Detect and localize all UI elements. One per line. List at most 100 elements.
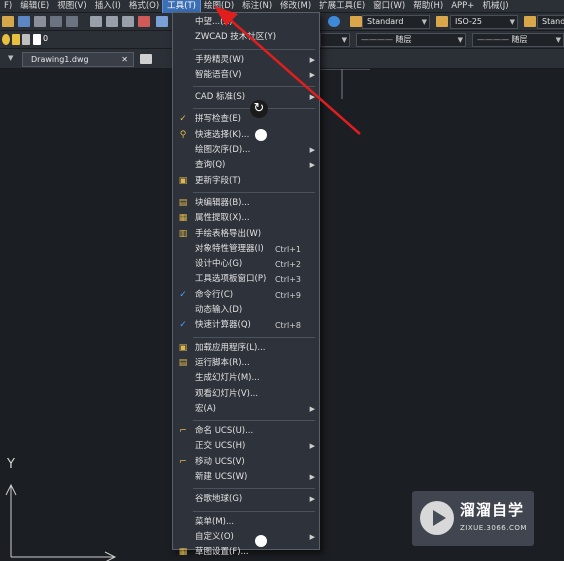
menu-item-label: 宏(A) xyxy=(195,403,216,414)
tools-menu-item[interactable]: ✓ 命令行(C) Ctrl+9 xyxy=(173,288,319,303)
lineweight-select[interactable]: ———— 随层 ▼ xyxy=(472,33,564,47)
tools-menu-item[interactable]: 自定义(O) ▶ xyxy=(173,530,319,545)
menu-item-label: 智能语音(V) xyxy=(195,69,242,80)
menu-item-label: 对象特性管理器(I) xyxy=(195,243,264,254)
tools-menu-item[interactable]: ▦ 草图设置(F)... xyxy=(173,545,319,560)
menu-1[interactable]: 编辑(E) xyxy=(16,0,53,13)
new-tab-icon[interactable] xyxy=(140,54,152,64)
menu-item-shortcut: Ctrl+1 xyxy=(274,244,301,254)
checkmark-icon: ✓ xyxy=(179,289,187,300)
move-ucs-icon: ⌐ xyxy=(179,456,187,467)
tools-menu-item[interactable]: ⌐ 命名 UCS(U)... xyxy=(173,424,319,439)
menu-0[interactable]: F) xyxy=(0,0,16,13)
tools-menu-item[interactable]: 正交 UCS(H) ▶ xyxy=(173,439,319,454)
watermark-url: ZIXUE.3066.COM xyxy=(460,524,527,532)
submenu-arrow-icon: ▶ xyxy=(309,442,315,451)
menu-item-shortcut: Ctrl+8 xyxy=(274,321,301,331)
menu-item-label: 命名 UCS(U)... xyxy=(195,426,254,437)
menu-item-label: CAD 标准(S) xyxy=(195,92,246,103)
layer-color-icon[interactable] xyxy=(33,34,41,45)
tools-menu-item[interactable]: 对象特性管理器(I) Ctrl+1 xyxy=(173,242,319,257)
paste-icon[interactable] xyxy=(122,16,134,27)
menu-2[interactable]: 视图(V) xyxy=(53,0,90,13)
layer-name[interactable]: 0 xyxy=(43,34,48,43)
submenu-arrow-icon: ▶ xyxy=(309,532,315,541)
menu-13[interactable]: 机械(J) xyxy=(478,0,512,13)
tools-menu-item[interactable]: ▣ 更新字段(T) xyxy=(173,174,319,189)
tab-menu-icon[interactable]: ▼ xyxy=(8,54,13,62)
menu-6[interactable]: 绘图(D) xyxy=(200,0,238,13)
menu-separator xyxy=(193,510,315,512)
menu-9[interactable]: 扩展工具(E) xyxy=(315,0,369,13)
tools-menu-item[interactable]: 生成幻灯片(M)... xyxy=(173,371,319,386)
menu-item-label: 命令行(C) xyxy=(195,289,234,300)
menu-8[interactable]: 修改(M) xyxy=(276,0,315,13)
tools-menu-item[interactable]: ▥ 手绘表格导出(W) xyxy=(173,227,319,242)
menu-7[interactable]: 标注(N) xyxy=(238,0,276,13)
tools-menu-item[interactable]: 菜单(M)... xyxy=(173,515,319,530)
tools-menu-item[interactable]: 宏(A) ▶ xyxy=(173,402,319,417)
layer-lock-icon[interactable] xyxy=(22,34,30,45)
tools-menu-item[interactable]: 谷歌地球(G) ▶ xyxy=(173,492,319,507)
tools-menu-item[interactable]: 新建 UCS(W) ▶ xyxy=(173,470,319,485)
text-style-select[interactable]: Standard ▼ xyxy=(362,15,430,29)
menu-item-label: 拼写检查(E) xyxy=(195,114,242,125)
tools-menu-item[interactable]: ✓ 拼写检查(E) xyxy=(173,112,319,127)
menu-5[interactable]: 工具(T) xyxy=(162,0,201,14)
menu-item-label: 谷歌地球(G) xyxy=(195,494,243,505)
menu-item-label: 草图设置(F)... xyxy=(195,547,249,558)
menu-item-shortcut: Ctrl+9 xyxy=(274,290,301,300)
menu-item-label: 手势精灵(W) xyxy=(195,54,245,65)
tools-menu-item[interactable]: ▤ 块编辑器(B)... xyxy=(173,196,319,211)
new-file-icon[interactable] xyxy=(2,16,14,27)
menu-3[interactable]: 插入(I) xyxy=(91,0,125,13)
table-style-select[interactable]: Standa xyxy=(537,15,564,29)
layer-freeze-icon[interactable] xyxy=(12,34,20,45)
tab-label: Drawing1.dwg xyxy=(31,55,89,64)
print-icon[interactable] xyxy=(50,16,62,27)
tools-menu-item[interactable]: 智能语音(V) ▶ xyxy=(173,68,319,83)
tools-menu-item[interactable]: ▣ 加载应用程序(L)... xyxy=(173,341,319,356)
tools-menu-item[interactable]: 手势精灵(W) ▶ xyxy=(173,53,319,68)
tools-menu-item[interactable]: CAD 标准(S) ▶ xyxy=(173,90,319,105)
tools-menu-item[interactable]: 绘图次序(D)... ▶ xyxy=(173,143,319,158)
tools-menu-item[interactable]: 设计中心(G) Ctrl+2 xyxy=(173,257,319,272)
tools-menu-item[interactable]: ▦ 属性提取(X)... xyxy=(173,211,319,226)
tools-menu-item[interactable]: ⚲ 快速选择(K)... xyxy=(173,128,319,143)
menu-item-label: 快速计算器(Q) xyxy=(195,320,251,331)
tools-menu-item[interactable]: 中望...(Z) xyxy=(173,15,319,30)
tools-menu-item[interactable]: 查询(Q) ▶ xyxy=(173,158,319,173)
tools-menu-item[interactable]: ⌐ 移动 UCS(V) xyxy=(173,455,319,470)
linetype-select[interactable]: ———— 随层 ▼ xyxy=(356,33,466,47)
close-icon[interactable]: ✕ xyxy=(121,53,128,66)
preview-icon[interactable] xyxy=(66,16,78,27)
tools-menu-item[interactable]: 观看幻灯片(V)... xyxy=(173,387,319,402)
menu-11[interactable]: 帮助(H) xyxy=(409,0,447,13)
menu-item-label: 中望...(Z) xyxy=(195,17,233,27)
menu-item-label: 生成幻灯片(M)... xyxy=(195,373,260,384)
menu-4[interactable]: 格式(O) xyxy=(125,0,163,13)
menu-12[interactable]: APP+ xyxy=(447,0,478,13)
layer-on-icon[interactable] xyxy=(2,34,10,45)
tools-menu-item[interactable]: ▤ 运行脚本(R)... xyxy=(173,356,319,371)
copy-icon[interactable] xyxy=(106,16,118,27)
menu-item-label: 查询(Q) xyxy=(195,160,226,171)
menu-10[interactable]: 窗口(W) xyxy=(369,0,409,13)
match-prop-icon[interactable] xyxy=(138,16,150,27)
tools-menu-item[interactable]: 动态输入(D) xyxy=(173,303,319,318)
open-file-icon[interactable] xyxy=(18,16,30,27)
submenu-arrow-icon: ▶ xyxy=(309,161,315,170)
color-select[interactable]: ▼ xyxy=(320,33,350,47)
tab-drawing1[interactable]: Drawing1.dwg ✕ xyxy=(22,52,134,67)
tools-menu-item[interactable]: 工具选项板窗口(P) Ctrl+3 xyxy=(173,272,319,287)
checkmark-icon: ✓ xyxy=(179,320,187,331)
menu-item-label: 菜单(M)... xyxy=(195,516,235,527)
help-icon[interactable] xyxy=(328,16,340,27)
tools-menu-item[interactable]: ✓ 快速计算器(Q) Ctrl+8 xyxy=(173,318,319,333)
tools-menu-item[interactable]: ZWCAD 技术社区(Y) xyxy=(173,30,319,45)
undo-icon[interactable] xyxy=(156,16,168,27)
cut-icon[interactable] xyxy=(90,16,102,27)
dim-style-select[interactable]: ISO-25 ▼ xyxy=(450,15,518,29)
save-icon[interactable] xyxy=(34,16,46,27)
menu-separator xyxy=(193,86,315,88)
